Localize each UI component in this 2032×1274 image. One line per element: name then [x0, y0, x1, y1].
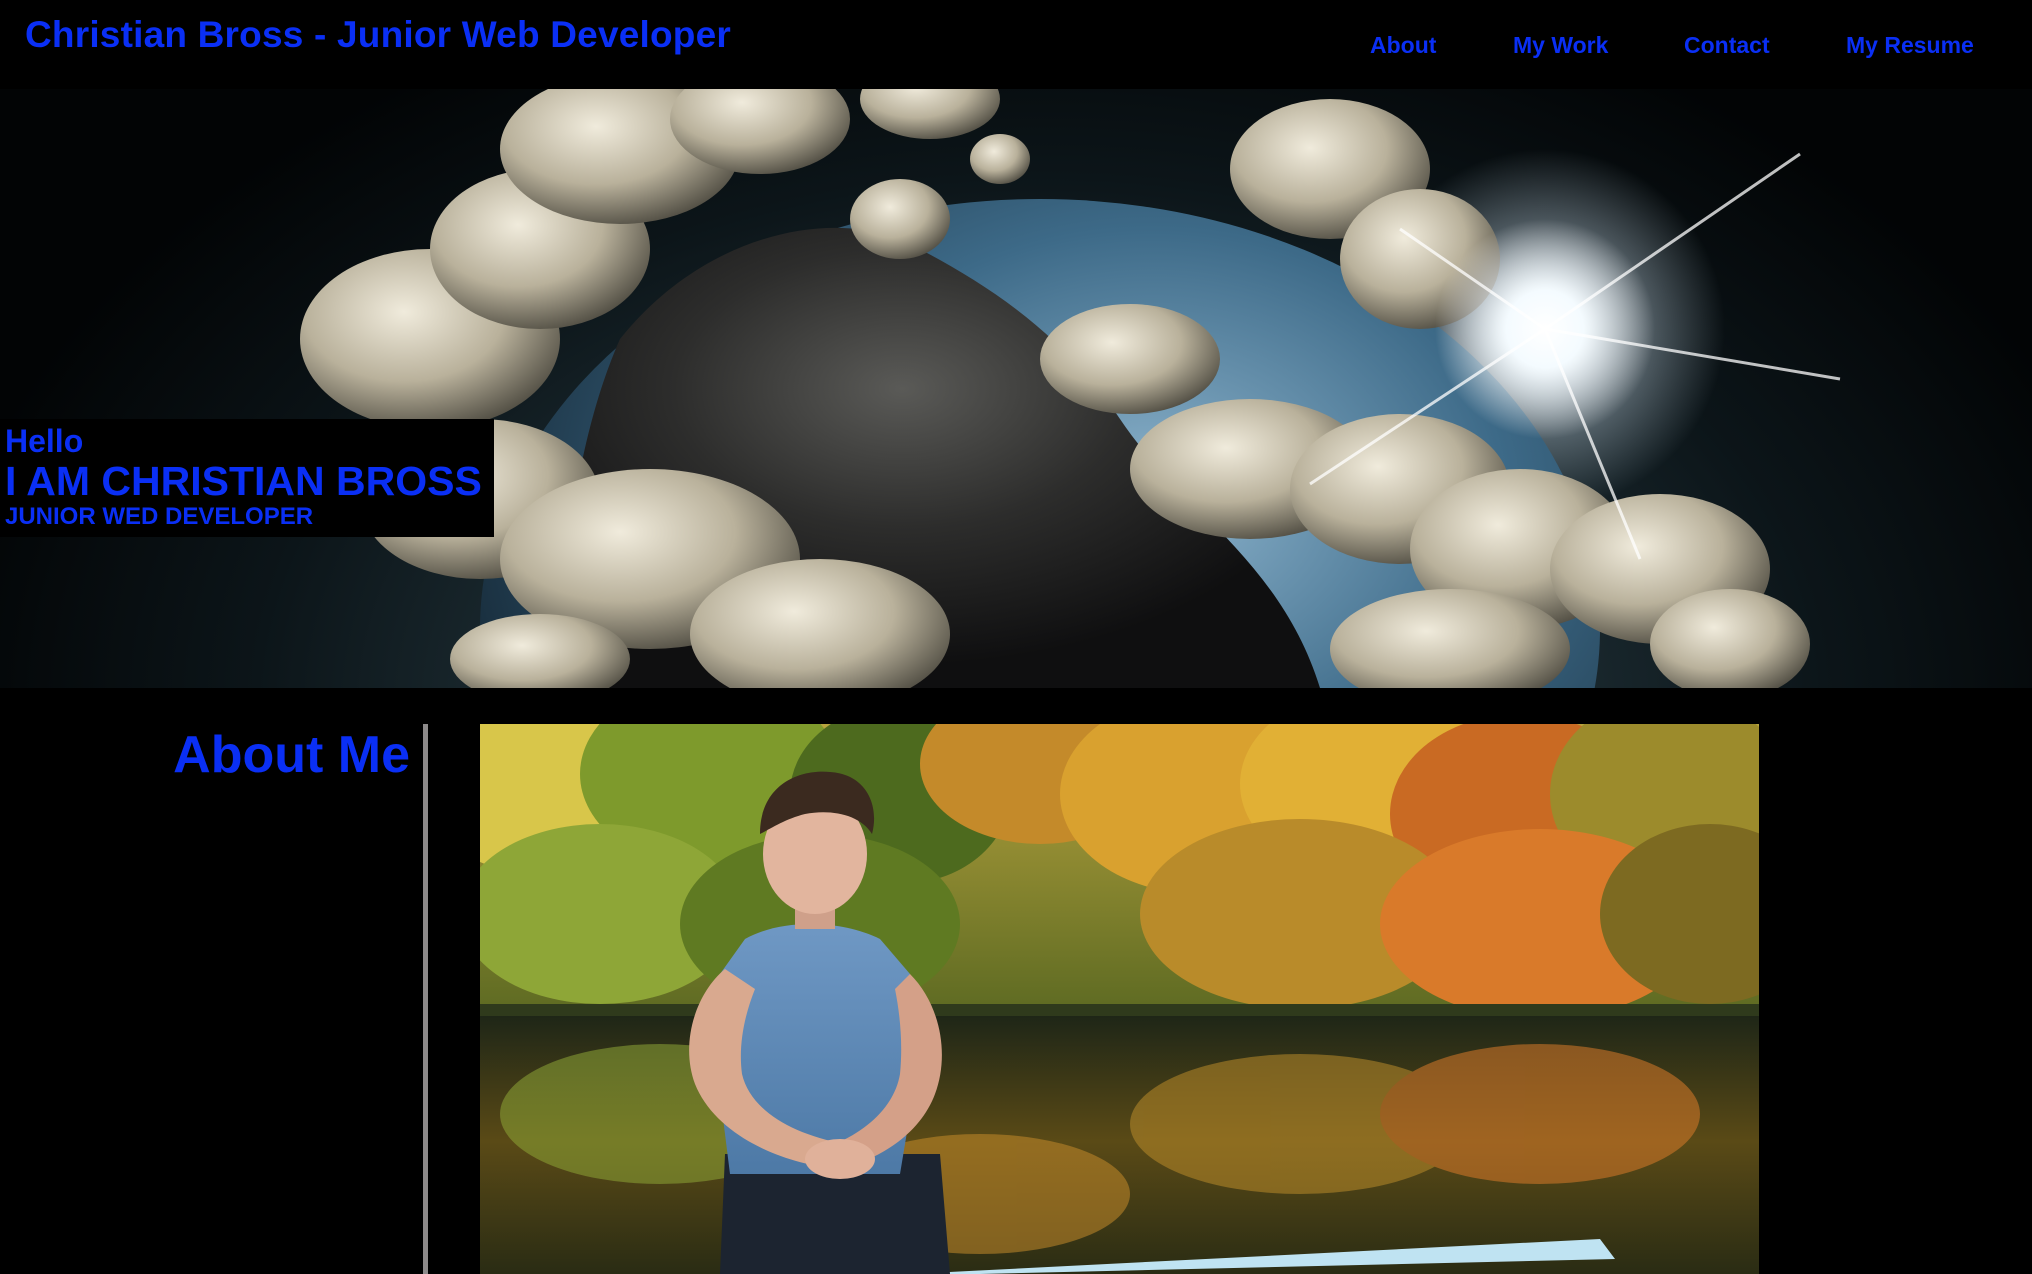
about-portrait-photo: [480, 724, 1759, 1274]
nav-link-my-work[interactable]: My Work: [1513, 32, 1608, 59]
hero-name: I AM CHRISTIAN BROSS: [5, 458, 482, 504]
about-me-heading: About Me: [173, 726, 410, 784]
main-nav: About My Work Contact My Resume: [1322, 32, 2022, 64]
hero-greeting: Hello: [5, 423, 84, 459]
site-title: Christian Bross - Junior Web Developer: [25, 14, 731, 55]
site-header: Christian Bross - Junior Web Developer A…: [0, 0, 2032, 89]
hero-earth-clouds-image: [300, 89, 1841, 688]
portrait-autumn-lake-image: [480, 724, 1759, 1274]
nav-link-about[interactable]: About: [1370, 32, 1436, 59]
hero-role: JUNIOR WED DEVELOPER: [5, 503, 314, 530]
hero-intro-box: Hello I AM CHRISTIAN BROSS JUNIOR WED DE…: [0, 419, 494, 537]
hero-banner: Hello I AM CHRISTIAN BROSS JUNIOR WED DE…: [0, 89, 2032, 688]
nav-link-contact[interactable]: Contact: [1684, 32, 1770, 59]
nav-link-my-resume[interactable]: My Resume: [1846, 32, 1974, 59]
about-divider: [423, 724, 428, 1274]
